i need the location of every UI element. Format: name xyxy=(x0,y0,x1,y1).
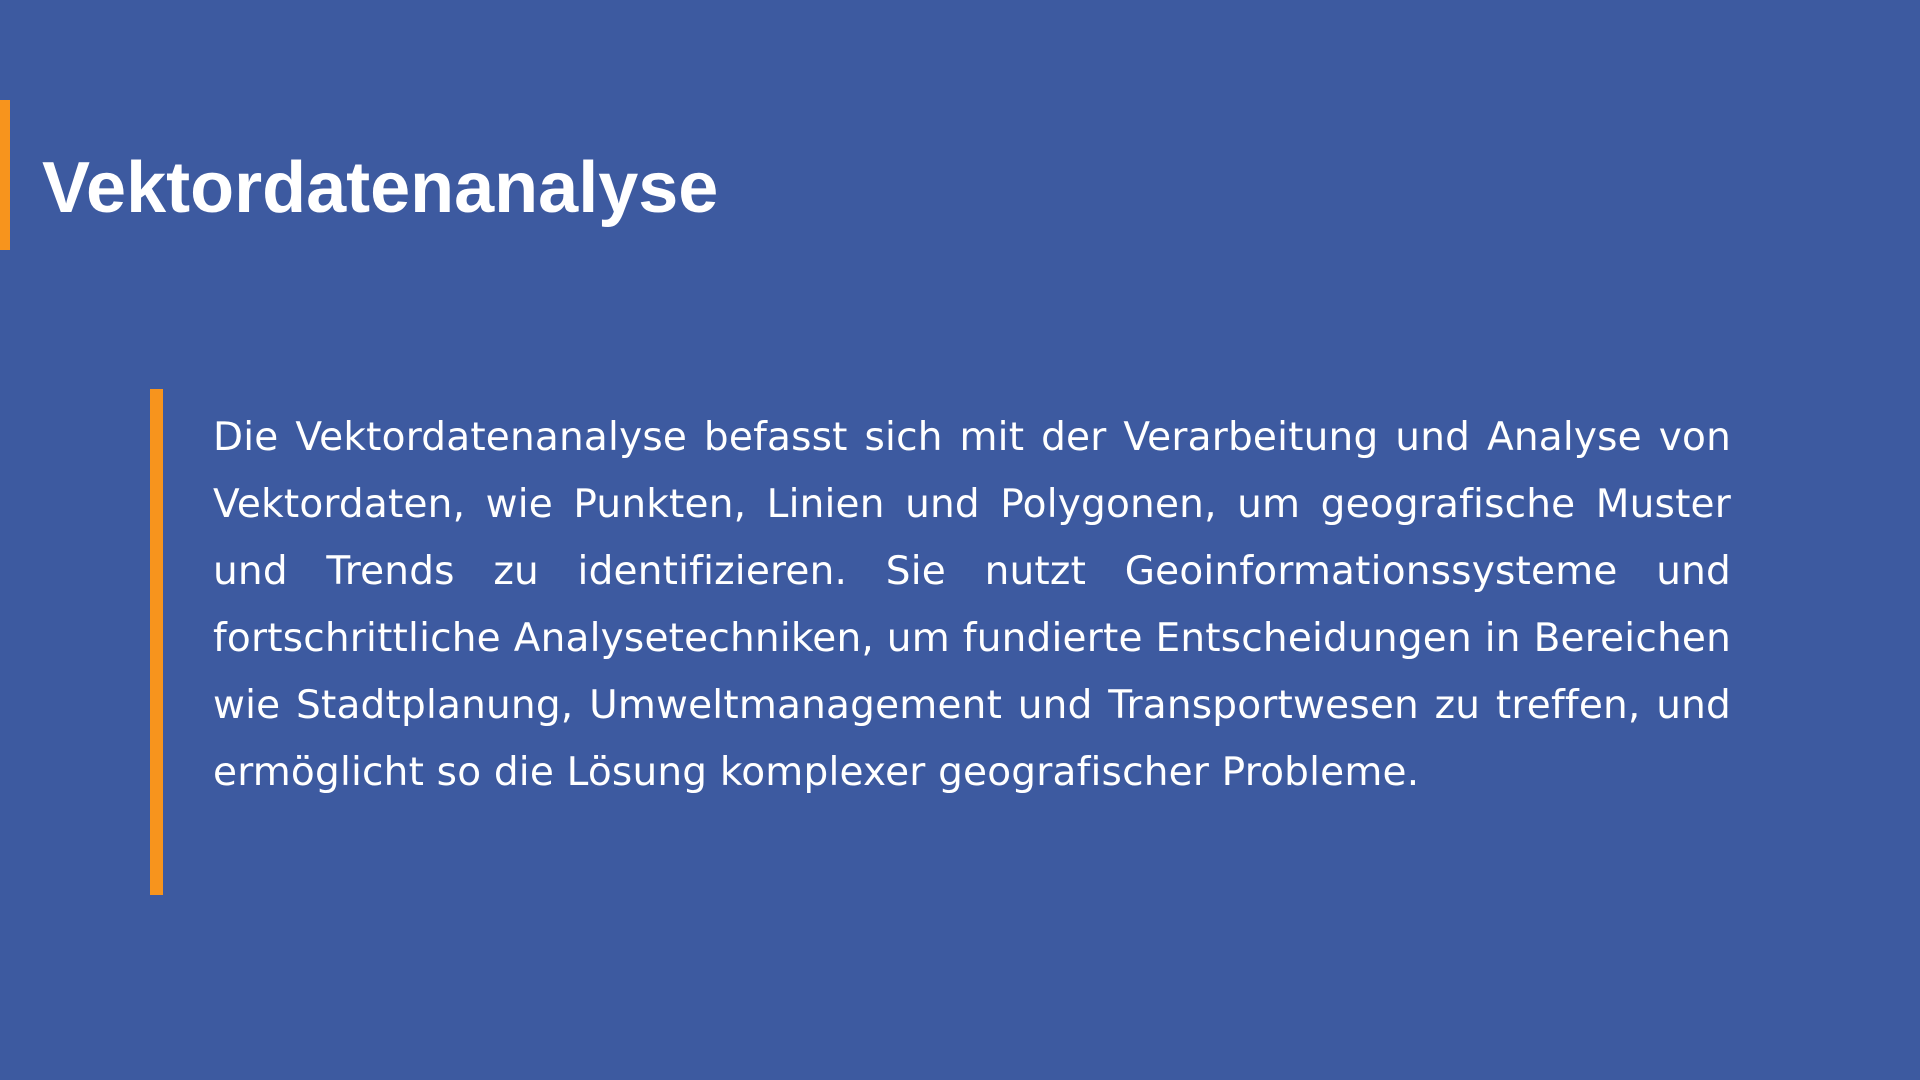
slide-body-text: Die Vektordatenanalyse befasst sich mit … xyxy=(213,415,1731,795)
body-accent-bar xyxy=(150,389,163,895)
title-accent-bar xyxy=(0,100,10,250)
slide-title: Vektordatenanalyse xyxy=(42,148,719,228)
slide: Vektordatenanalyse Die Vektordatenanalys… xyxy=(0,0,1920,1080)
